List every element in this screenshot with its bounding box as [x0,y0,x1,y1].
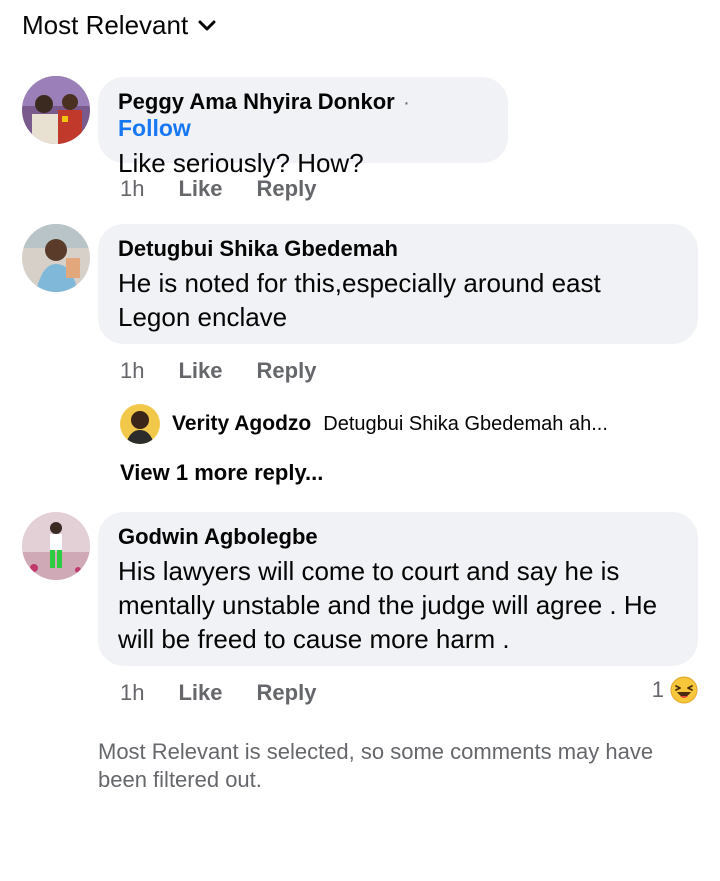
comment-author[interactable]: Detugbui Shika Gbedemah [118,236,398,261]
reply-author[interactable]: Verity Agodzo [172,412,311,436]
reply-button[interactable]: Reply [257,176,317,202]
like-button[interactable]: Like [178,176,222,202]
comment-time[interactable]: 1h [120,680,144,706]
reaction-count: 1 [651,677,664,702]
comment-text: He is noted for this,especially around e… [118,268,601,332]
comment-actions: 1h Like Reply [120,358,350,384]
like-button[interactable]: Like [178,680,222,706]
chevron-down-icon [198,20,216,30]
view-more-replies-link[interactable]: View 1 more reply... [120,460,323,486]
like-button[interactable]: Like [178,358,222,384]
reply-button[interactable]: Reply [257,358,317,384]
comment-author[interactable]: Godwin Agbolegbe [118,524,318,549]
follow-button[interactable]: Follow [118,115,191,141]
reaction-summary[interactable]: 1 [652,676,698,704]
comment-text: His lawyers will come to court and say h… [118,556,658,654]
avatar[interactable] [120,404,160,444]
reply-preview[interactable]: Verity Agodzo Detugbui Shika Gbedemah ah… [120,404,608,444]
sort-dropdown[interactable]: Most Relevant [22,10,216,41]
avatar[interactable] [22,224,90,292]
comment-bubble: Detugbui Shika Gbedemah He is noted for … [98,224,698,344]
comment-actions: 1h Like Reply [120,680,350,706]
comment-bubble: Peggy Ama Nhyira Donkor · Follow Like se… [98,77,508,178]
comment-text: Like seriously? How? [118,148,364,178]
comment-time[interactable]: 1h [120,358,144,384]
sort-label: Most Relevant [22,10,189,40]
reply-button[interactable]: Reply [257,680,317,706]
avatar[interactable] [22,76,90,144]
reply-text: Detugbui Shika Gbedemah ah... [323,412,608,435]
avatar[interactable] [22,512,90,580]
comment-actions: 1h Like Reply [120,176,350,202]
filter-notice: Most Relevant is selected, so some comme… [98,739,654,792]
comment-time[interactable]: 1h [120,176,144,202]
comment-bubble: Godwin Agbolegbe His lawyers will come t… [98,512,698,666]
comment-author[interactable]: Peggy Ama Nhyira Donkor [118,89,395,114]
laughing-emoji-icon [670,676,698,704]
separator-dot: · [403,92,410,114]
